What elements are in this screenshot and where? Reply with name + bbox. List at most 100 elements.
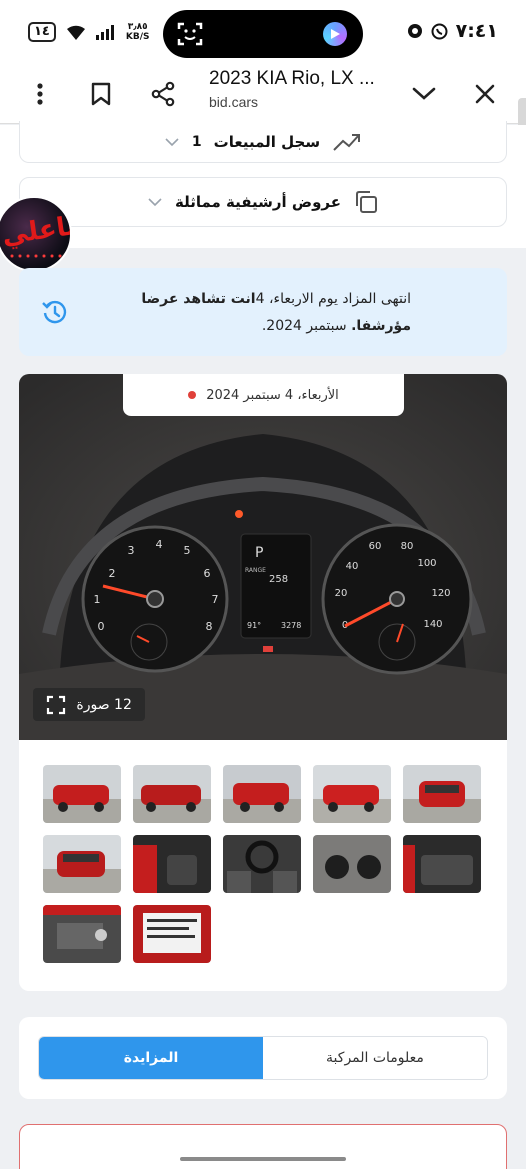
svg-text:8: 8: [206, 620, 213, 633]
vin-label-thumb: [133, 905, 211, 963]
home-indicator[interactable]: [180, 1157, 346, 1161]
page-domain[interactable]: bid.cars: [209, 94, 258, 110]
tab-bidding[interactable]: المزايدة: [39, 1037, 263, 1079]
similar-offers-label: عروض أرشيفية مماثلة: [174, 193, 342, 211]
net-speed-value: ٣٫٨٥: [127, 22, 148, 32]
status-right: ٧:٤١: [407, 20, 498, 42]
svg-text:3: 3: [128, 544, 135, 557]
svg-text:6: 6: [204, 567, 211, 580]
thumbnail[interactable]: [43, 905, 121, 963]
svg-text:100: 100: [417, 558, 436, 569]
clock: ٧:٤١: [455, 20, 498, 42]
fullscreen-icon: [47, 695, 66, 714]
car-front-thumb: [403, 765, 481, 823]
archived-notice: انتهى المزاد يوم الاربعاء، 4انت تشاهد عر…: [19, 268, 507, 356]
sales-history-label: سجل المبيعات: [213, 132, 321, 151]
expand-button[interactable]: [404, 74, 444, 114]
avatar-overlay-text: ياعلي: [0, 210, 72, 252]
instrument-cluster-thumb: [313, 835, 391, 893]
net-speed-unit: KB/S: [125, 32, 150, 42]
dashboard-thumb: [223, 835, 301, 893]
notice-text-after: سبتمبر 2024.: [261, 318, 352, 334]
svg-text:40: 40: [346, 561, 359, 572]
assistant-icon[interactable]: [323, 22, 347, 46]
car-rear-thumb: [43, 835, 121, 893]
interior-door-thumb: [133, 835, 211, 893]
browser-toolbar: 2023 KIA Rio, LX ... bid.cars: [0, 64, 526, 124]
svg-text:60: 60: [369, 541, 382, 552]
thumbnail[interactable]: [313, 835, 391, 893]
battery-indicator: ١٤: [28, 22, 56, 42]
history-icon: [42, 300, 67, 324]
share-icon: [151, 81, 175, 107]
thumbnail[interactable]: [223, 835, 301, 893]
similar-offers-row[interactable]: عروض أرشيفية مماثلة: [19, 177, 507, 227]
auction-date-label: الأربعاء، 4 سبتمبر 2024: [206, 387, 339, 403]
accordion-section: سجل المبيعات 1 عروض أرشيفية مماثلة: [0, 121, 526, 248]
svg-text:20: 20: [335, 588, 348, 599]
svg-text:7: 7: [212, 593, 219, 606]
status-left: ١٤ ٣٫٨٥ KB/S: [28, 22, 149, 42]
svg-text:140: 140: [423, 619, 442, 630]
more-vert-icon: [37, 83, 43, 105]
chevron-down-icon: [148, 198, 162, 207]
signal-icon: [95, 25, 114, 40]
gear-indicator: P: [255, 545, 263, 561]
chevron-down-icon: [165, 137, 179, 146]
photo-count-button[interactable]: 12 صورة: [33, 688, 145, 721]
notice-text-before: انتهى المزاد يوم الاربعاء، 4: [255, 291, 411, 307]
status-dot: [188, 391, 197, 399]
floating-avatar-bubble[interactable]: ياعلي: [0, 196, 72, 272]
engine-bay-thumb: [43, 905, 121, 963]
bookmark-icon: [91, 82, 111, 106]
thumbnail[interactable]: [403, 835, 481, 893]
car-front-right-thumb: [313, 765, 391, 823]
svg-text:5: 5: [184, 544, 191, 557]
hero-photo[interactable]: 012 345 678 02040 6080100 120140 P RANGE: [19, 374, 507, 740]
wifi-icon: [66, 25, 85, 40]
thumbnail[interactable]: [133, 835, 211, 893]
odometer-value: 3278: [281, 621, 301, 630]
tabs-card: المزايدة معلومات المركبة: [19, 1017, 507, 1099]
thumbnail[interactable]: [133, 765, 211, 823]
net-speed: ٣٫٨٥ KB/S: [126, 22, 150, 42]
thumbnail[interactable]: [43, 835, 121, 893]
tab-vehicle-info[interactable]: معلومات المركبة: [263, 1037, 487, 1079]
auction-date-chip: الأربعاء، 4 سبتمبر 2024: [123, 374, 404, 416]
photo-count-label: 12 صورة: [76, 696, 132, 713]
car-front-left-thumb: [43, 765, 121, 823]
car-rear-damage-thumb: [133, 765, 211, 823]
share-button[interactable]: [143, 74, 183, 114]
svg-text:4: 4: [156, 538, 163, 551]
svg-text:120: 120: [431, 588, 450, 599]
thumbnail[interactable]: [313, 765, 391, 823]
face-scan-icon: [177, 22, 203, 46]
trend-up-icon: [333, 133, 361, 151]
thumbnail[interactable]: [43, 765, 121, 823]
more-menu-button[interactable]: [20, 74, 60, 114]
status-bar: ١٤ ٣٫٨٥ KB/S ٧:٤١: [0, 0, 526, 64]
page-title[interactable]: 2023 KIA Rio, LX ...: [209, 68, 375, 90]
close-button[interactable]: [465, 74, 505, 114]
bookmark-button[interactable]: [81, 74, 121, 114]
rear-seats-thumb: [403, 835, 481, 893]
thumbnail[interactable]: [133, 905, 211, 963]
dynamic-island: [163, 10, 363, 58]
tab-bar: المزايدة معلومات المركبة: [38, 1036, 488, 1080]
temp-value: 91°: [247, 621, 261, 630]
sales-history-count: 1: [191, 133, 202, 150]
instrument-cluster-image: 012 345 678 02040 6080100 120140 P RANGE: [19, 374, 507, 740]
close-icon: [475, 84, 495, 104]
whatsapp-icon: [431, 23, 448, 39]
photo-gallery: 012 345 678 02040 6080100 120140 P RANGE: [19, 374, 507, 991]
range-label: RANGE: [245, 567, 266, 574]
sales-history-row[interactable]: سجل المبيعات 1: [19, 121, 507, 163]
car-rear-right-thumb: [223, 765, 301, 823]
thumbnail[interactable]: [403, 765, 481, 823]
notice-text: انتهى المزاد يوم الاربعاء، 4انت تشاهد عر…: [81, 286, 411, 340]
thumbnail[interactable]: [223, 765, 301, 823]
svg-text:0: 0: [98, 620, 105, 633]
chevron-down-icon: [412, 87, 436, 100]
app-notification-icon: [407, 24, 422, 38]
alert-card: [19, 1124, 507, 1169]
